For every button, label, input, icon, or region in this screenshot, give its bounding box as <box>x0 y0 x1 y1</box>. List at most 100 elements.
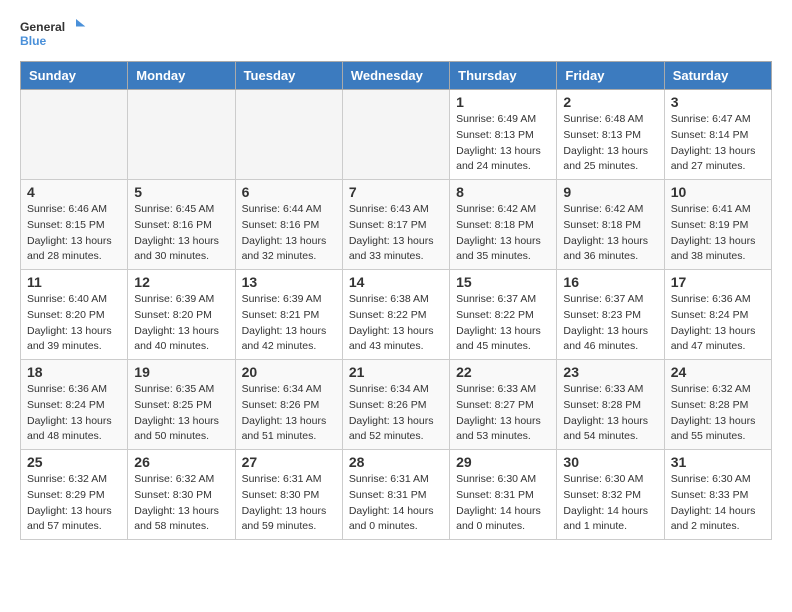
day-info: Sunrise: 6:32 AMSunset: 8:29 PMDaylight:… <box>27 472 121 535</box>
day-cell: 19 Sunrise: 6:35 AMSunset: 8:25 PMDayligh… <box>128 360 235 450</box>
day-info: Sunrise: 6:39 AMSunset: 8:20 PMDaylight:… <box>134 292 228 355</box>
day-cell: 22Sunrise: 6:33 AMSunset: 8:27 PMDayligh… <box>450 360 557 450</box>
day-info: Sunrise: 6:36 AMSunset: 8:24 PMDaylight:… <box>671 292 765 355</box>
logo-icon: General Blue <box>20 16 90 51</box>
day-cell: 11 Sunrise: 6:40 AMSunset: 8:20 PMDayligh… <box>21 270 128 360</box>
calendar-table: SundayMondayTuesdayWednesdayThursdayFrid… <box>20 61 772 540</box>
day-info: Sunrise: 6:42 AMSunset: 8:18 PMDaylight:… <box>456 202 550 265</box>
day-cell: 4 Sunrise: 6:46 AMSunset: 8:15 PMDaylight… <box>21 180 128 270</box>
header-row: SundayMondayTuesdayWednesdayThursdayFrid… <box>21 62 772 90</box>
day-info: Sunrise: 6:34 AMSunset: 8:26 PMDaylight:… <box>242 382 336 445</box>
day-header-saturday: Saturday <box>664 62 771 90</box>
day-number: 11 <box>27 274 121 290</box>
day-header-friday: Friday <box>557 62 664 90</box>
week-row-1: 1 Sunrise: 6:49 AMSunset: 8:13 PMDaylight… <box>21 90 772 180</box>
day-header-monday: Monday <box>128 62 235 90</box>
day-cell: 7 Sunrise: 6:43 AMSunset: 8:17 PMDaylight… <box>342 180 449 270</box>
svg-text:General: General <box>20 20 65 34</box>
day-number: 28 <box>349 454 443 470</box>
day-cell: 18 Sunrise: 6:36 AMSunset: 8:24 PMDayligh… <box>21 360 128 450</box>
day-number: 24 <box>671 364 765 380</box>
day-info: Sunrise: 6:30 AMSunset: 8:33 PMDaylight:… <box>671 472 765 535</box>
day-cell: 6 Sunrise: 6:44 AMSunset: 8:16 PMDaylight… <box>235 180 342 270</box>
day-info: Sunrise: 6:41 AMSunset: 8:19 PMDaylight:… <box>671 202 765 265</box>
day-number: 18 <box>27 364 121 380</box>
day-info: Sunrise: 6:37 AMSunset: 8:22 PMDaylight:… <box>456 292 550 355</box>
day-number: 2 <box>563 94 657 110</box>
day-number: 16 <box>563 274 657 290</box>
day-number: 14 <box>349 274 443 290</box>
day-number: 13 <box>242 274 336 290</box>
week-row-3: 11 Sunrise: 6:40 AMSunset: 8:20 PMDayligh… <box>21 270 772 360</box>
day-info: Sunrise: 6:45 AMSunset: 8:16 PMDaylight:… <box>134 202 228 265</box>
day-cell: 21 Sunrise: 6:34 AMSunset: 8:26 PMDayligh… <box>342 360 449 450</box>
day-info: Sunrise: 6:36 AMSunset: 8:24 PMDaylight:… <box>27 382 121 445</box>
day-info: Sunrise: 6:47 AMSunset: 8:14 PMDaylight:… <box>671 112 765 175</box>
day-number: 21 <box>349 364 443 380</box>
day-number: 27 <box>242 454 336 470</box>
day-number: 3 <box>671 94 765 110</box>
day-cell: 8 Sunrise: 6:42 AMSunset: 8:18 PMDaylight… <box>450 180 557 270</box>
day-info: Sunrise: 6:40 AMSunset: 8:20 PMDaylight:… <box>27 292 121 355</box>
day-cell: 5 Sunrise: 6:45 AMSunset: 8:16 PMDaylight… <box>128 180 235 270</box>
day-info: Sunrise: 6:39 AMSunset: 8:21 PMDaylight:… <box>242 292 336 355</box>
day-number: 7 <box>349 184 443 200</box>
day-header-wednesday: Wednesday <box>342 62 449 90</box>
day-cell: 16 Sunrise: 6:37 AMSunset: 8:23 PMDayligh… <box>557 270 664 360</box>
day-cell <box>21 90 128 180</box>
day-cell: 28Sunrise: 6:31 AMSunset: 8:31 PMDayligh… <box>342 450 449 540</box>
day-info: Sunrise: 6:32 AMSunset: 8:30 PMDaylight:… <box>134 472 228 535</box>
week-row-4: 18 Sunrise: 6:36 AMSunset: 8:24 PMDayligh… <box>21 360 772 450</box>
day-number: 31 <box>671 454 765 470</box>
day-cell <box>235 90 342 180</box>
day-info: Sunrise: 6:38 AMSunset: 8:22 PMDaylight:… <box>349 292 443 355</box>
day-cell: 31 Sunrise: 6:30 AMSunset: 8:33 PMDayligh… <box>664 450 771 540</box>
day-info: Sunrise: 6:49 AMSunset: 8:13 PMDaylight:… <box>456 112 550 175</box>
day-cell: 3 Sunrise: 6:47 AMSunset: 8:14 PMDaylight… <box>664 90 771 180</box>
day-number: 20 <box>242 364 336 380</box>
day-number: 1 <box>456 94 550 110</box>
day-cell: 10 Sunrise: 6:41 AMSunset: 8:19 PMDayligh… <box>664 180 771 270</box>
day-cell: 12Sunrise: 6:39 AMSunset: 8:20 PMDayligh… <box>128 270 235 360</box>
day-cell <box>128 90 235 180</box>
day-cell: 15 Sunrise: 6:37 AMSunset: 8:22 PMDayligh… <box>450 270 557 360</box>
day-info: Sunrise: 6:35 AMSunset: 8:25 PMDaylight:… <box>134 382 228 445</box>
day-cell: 17Sunrise: 6:36 AMSunset: 8:24 PMDayligh… <box>664 270 771 360</box>
day-info: Sunrise: 6:43 AMSunset: 8:17 PMDaylight:… <box>349 202 443 265</box>
day-cell: 2 Sunrise: 6:48 AMSunset: 8:13 PMDaylight… <box>557 90 664 180</box>
day-cell <box>342 90 449 180</box>
day-info: Sunrise: 6:37 AMSunset: 8:23 PMDaylight:… <box>563 292 657 355</box>
day-header-thursday: Thursday <box>450 62 557 90</box>
day-info: Sunrise: 6:31 AMSunset: 8:30 PMDaylight:… <box>242 472 336 535</box>
day-number: 23 <box>563 364 657 380</box>
day-info: Sunrise: 6:46 AMSunset: 8:15 PMDaylight:… <box>27 202 121 265</box>
day-info: Sunrise: 6:48 AMSunset: 8:13 PMDaylight:… <box>563 112 657 175</box>
day-cell: 25 Sunrise: 6:32 AMSunset: 8:29 PMDayligh… <box>21 450 128 540</box>
day-number: 30 <box>563 454 657 470</box>
day-number: 4 <box>27 184 121 200</box>
day-number: 10 <box>671 184 765 200</box>
svg-text:Blue: Blue <box>20 34 47 48</box>
day-info: Sunrise: 6:30 AMSunset: 8:31 PMDaylight:… <box>456 472 550 535</box>
day-cell: 24 Sunrise: 6:32 AMSunset: 8:28 PMDayligh… <box>664 360 771 450</box>
day-cell: 13 Sunrise: 6:39 AMSunset: 8:21 PMDayligh… <box>235 270 342 360</box>
day-info: Sunrise: 6:44 AMSunset: 8:16 PMDaylight:… <box>242 202 336 265</box>
logo: General Blue <box>20 16 90 51</box>
day-number: 25 <box>27 454 121 470</box>
day-info: Sunrise: 6:30 AMSunset: 8:32 PMDaylight:… <box>563 472 657 535</box>
day-info: Sunrise: 6:33 AMSunset: 8:28 PMDaylight:… <box>563 382 657 445</box>
day-cell: 26Sunrise: 6:32 AMSunset: 8:30 PMDayligh… <box>128 450 235 540</box>
day-info: Sunrise: 6:34 AMSunset: 8:26 PMDaylight:… <box>349 382 443 445</box>
day-number: 6 <box>242 184 336 200</box>
day-number: 8 <box>456 184 550 200</box>
day-info: Sunrise: 6:32 AMSunset: 8:28 PMDaylight:… <box>671 382 765 445</box>
day-number: 9 <box>563 184 657 200</box>
day-number: 15 <box>456 274 550 290</box>
day-number: 29 <box>456 454 550 470</box>
day-number: 5 <box>134 184 228 200</box>
page-header: General Blue <box>20 16 772 51</box>
day-number: 19 <box>134 364 228 380</box>
day-cell: 30 Sunrise: 6:30 AMSunset: 8:32 PMDayligh… <box>557 450 664 540</box>
day-header-tuesday: Tuesday <box>235 62 342 90</box>
day-cell: 20 Sunrise: 6:34 AMSunset: 8:26 PMDayligh… <box>235 360 342 450</box>
